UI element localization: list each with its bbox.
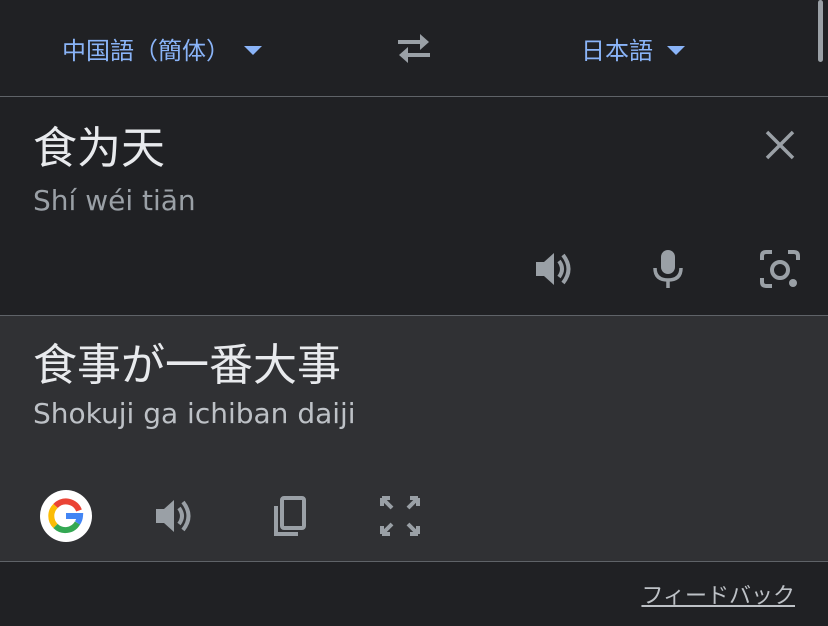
swap-languages-button[interactable] xyxy=(392,28,436,68)
translation-panel: 食事が一番大事 Shokuji ga ichiban daiji xyxy=(0,316,828,562)
translation-romanization: Shokuji ga ichiban daiji xyxy=(33,397,356,430)
feedback-link[interactable]: フィードバック xyxy=(641,578,795,610)
translation-text: 食事が一番大事 xyxy=(33,340,341,391)
source-language-selector[interactable]: 中国語（簡体） xyxy=(62,26,262,70)
translate-screen: 中国語（簡体） 日本語 食为天 Shí wéi tiān 食事が一番大事 Sho… xyxy=(0,0,828,626)
microphone-button[interactable] xyxy=(644,245,692,293)
clear-button[interactable] xyxy=(760,125,800,165)
scrollbar-thumb[interactable] xyxy=(818,0,823,62)
source-text[interactable]: 食为天 xyxy=(33,119,165,179)
translation-listen-button[interactable] xyxy=(152,492,200,540)
fullscreen-icon xyxy=(380,496,420,536)
copy-icon xyxy=(274,496,306,536)
camera-icon xyxy=(760,250,800,288)
source-listen-button[interactable] xyxy=(532,245,580,293)
swap-horiz-icon xyxy=(398,34,430,63)
source-romanization: Shí wéi tiān xyxy=(33,184,196,217)
source-panel: 食为天 Shí wéi tiān xyxy=(0,97,828,316)
caret-down-icon xyxy=(244,45,262,55)
source-language-label: 中国語（簡体） xyxy=(62,36,230,65)
caret-down-icon xyxy=(667,45,685,55)
google-g-icon xyxy=(48,498,84,534)
volume-icon xyxy=(156,500,191,532)
volume-icon xyxy=(536,253,571,285)
language-bar: 中国語（簡体） 日本語 xyxy=(0,0,828,97)
target-language-selector[interactable]: 日本語 xyxy=(581,26,685,70)
microphone-icon xyxy=(653,250,683,288)
close-icon xyxy=(765,130,795,160)
camera-button[interactable] xyxy=(756,245,804,293)
open-in-google-button[interactable] xyxy=(40,490,92,542)
fullscreen-button[interactable] xyxy=(376,492,424,540)
target-language-label: 日本語 xyxy=(581,36,653,65)
copy-button[interactable] xyxy=(264,492,312,540)
